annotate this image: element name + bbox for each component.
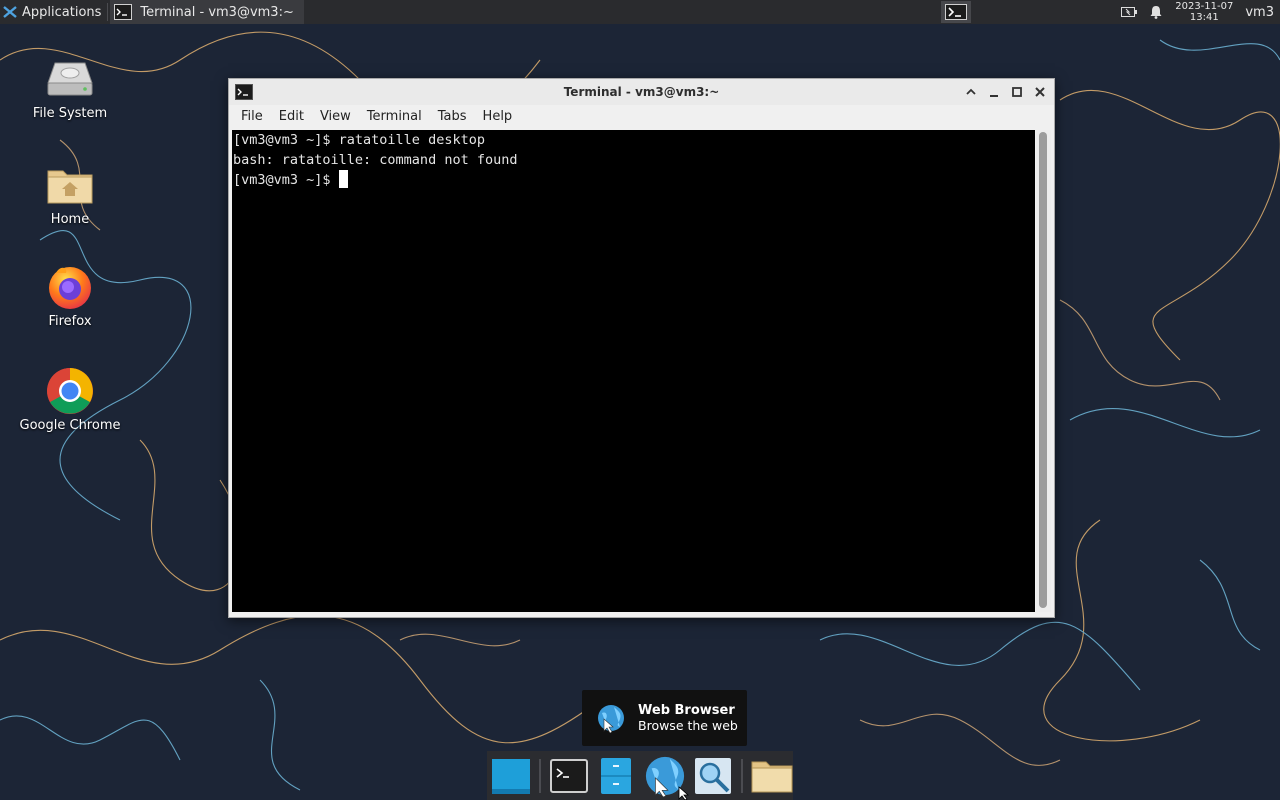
menu-edit[interactable]: Edit xyxy=(271,109,312,124)
window-titlebar[interactable]: Terminal - vm3@vm3:~ xyxy=(229,79,1054,105)
terminal-prompt-line: [vm3@vm3 ~]$ xyxy=(233,170,1035,190)
user-menu[interactable]: vm3 xyxy=(1245,5,1274,20)
notification-bell-icon[interactable] xyxy=(1149,5,1163,19)
window-maximize-button[interactable] xyxy=(1008,84,1025,101)
dock-show-desktop[interactable] xyxy=(491,754,531,798)
close-icon xyxy=(1034,87,1045,97)
applications-menu[interactable]: Applications xyxy=(0,0,105,24)
clock-time: 13:41 xyxy=(1189,12,1219,23)
terminal-line: bash: ratatoille: command not found xyxy=(233,152,518,168)
window-menubar: File Edit View Terminal Tabs Help xyxy=(229,105,1054,127)
terminal-scrollbar[interactable] xyxy=(1036,130,1051,612)
window-minimize-button[interactable] xyxy=(985,84,1002,101)
terminal-output[interactable]: [vm3@vm3 ~]$ ratatoille desktop bash: ra… xyxy=(232,130,1035,612)
terminal-icon xyxy=(549,758,588,793)
desktop-icon-label: Firefox xyxy=(48,314,92,329)
dock xyxy=(487,751,793,800)
terminal-window: Terminal - vm3@vm3:~ File Edit View Term… xyxy=(228,78,1055,618)
menu-help[interactable]: Help xyxy=(475,109,521,124)
home-folder-icon xyxy=(45,160,95,210)
menu-terminal[interactable]: Terminal xyxy=(359,109,430,124)
system-tray: 2023-11-07 13:41 vm3 xyxy=(1121,0,1280,24)
desktop-icon-home[interactable]: Home xyxy=(15,160,125,227)
clock-date: 2023-11-07 xyxy=(1175,1,1234,12)
menu-file[interactable]: File xyxy=(233,109,271,124)
app-finder-icon xyxy=(695,757,732,794)
terminal-icon xyxy=(945,4,968,20)
dock-file-manager[interactable] xyxy=(596,754,635,798)
dock-separator xyxy=(741,758,744,793)
window-title: Terminal - vm3@vm3:~ xyxy=(563,85,720,99)
desktop-icon-google-chrome[interactable]: Google Chrome xyxy=(15,366,125,433)
desktop-icon-label: Google Chrome xyxy=(19,418,121,433)
scrollbar-thumb[interactable] xyxy=(1039,132,1047,608)
desktop-icon-label: Home xyxy=(50,212,90,227)
taskbar-button-terminal[interactable]: Terminal - vm3@vm3:~ xyxy=(110,0,304,24)
dock-terminal[interactable] xyxy=(549,754,588,798)
panel-separator xyxy=(107,3,109,21)
tooltip-title: Web Browser xyxy=(638,703,735,718)
window-shade-button[interactable] xyxy=(962,84,979,101)
terminal-icon xyxy=(235,84,253,100)
dock-folder[interactable] xyxy=(751,754,793,798)
tooltip-subtitle: Browse the web xyxy=(638,718,738,733)
mouse-pointer-icon xyxy=(678,786,690,800)
dock-separator xyxy=(539,758,541,793)
chrome-icon xyxy=(45,366,95,416)
file-manager-icon xyxy=(601,757,631,794)
terminal-line: [vm3@vm3 ~]$ ratatoille desktop xyxy=(233,132,485,148)
xfce-logo-icon xyxy=(3,6,17,18)
panel-terminal-launcher[interactable] xyxy=(941,1,972,23)
terminal-cursor xyxy=(338,170,348,188)
web-browser-icon xyxy=(598,705,624,733)
desktop-icon-file-system[interactable]: File System xyxy=(15,54,125,121)
folder-icon xyxy=(751,761,793,792)
dock-tooltip: Web Browser Browse the web xyxy=(582,690,747,746)
terminal-prompt: [vm3@vm3 ~]$ xyxy=(233,172,339,188)
minimize-icon xyxy=(989,95,998,97)
battery-icon[interactable] xyxy=(1121,6,1138,18)
top-panel: Applications Terminal - vm3@vm3:~ 2023-1… xyxy=(0,0,1280,24)
menu-view[interactable]: View xyxy=(312,109,359,124)
clock[interactable]: 2023-11-07 13:41 xyxy=(1175,1,1233,23)
desktop-icon-label: File System xyxy=(32,106,108,121)
desktop-icon-firefox[interactable]: Firefox xyxy=(15,262,125,329)
menu-tabs[interactable]: Tabs xyxy=(430,109,475,124)
maximize-icon xyxy=(1011,87,1022,97)
firefox-icon xyxy=(45,262,95,312)
dock-app-finder[interactable] xyxy=(694,754,733,798)
show-desktop-icon xyxy=(492,758,530,794)
terminal-icon xyxy=(114,4,133,20)
taskbar-button-label: Terminal - vm3@vm3:~ xyxy=(140,4,294,20)
drive-icon xyxy=(45,54,95,104)
window-close-button[interactable] xyxy=(1031,84,1048,101)
applications-label: Applications xyxy=(22,4,102,20)
chevron-up-icon xyxy=(965,88,976,95)
